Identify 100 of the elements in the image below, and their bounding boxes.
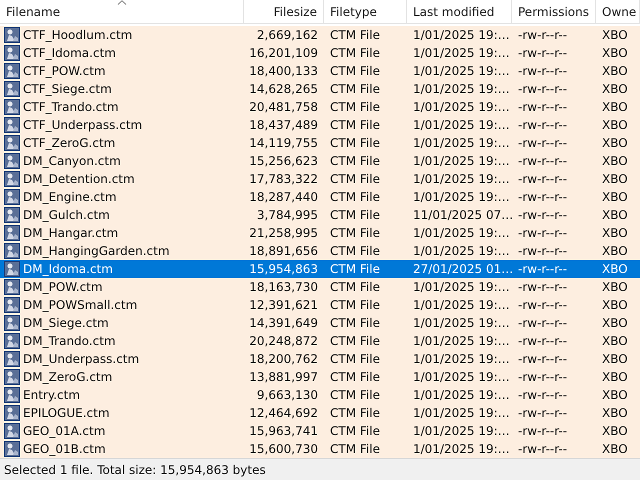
file-row[interactable]: CTF_Hoodlum.ctm 2,669,162 CTM File 1/01/2025 19:… -rw-r--r-- XBO <box>0 26 640 44</box>
permissions: -rw-r--r-- <box>518 82 568 96</box>
file-row[interactable]: DM_ZeroG.ctm 13,881,997 CTM File 1/01/2025 19:… -rw-r--r-- XBO <box>0 368 640 386</box>
file-row[interactable]: DM_POWSmall.ctm 12,391,621 CTM File 1/01/2025 19:… -rw-r--r-- XBO <box>0 296 640 314</box>
file-type: CTM File <box>330 406 380 420</box>
permissions: -rw-r--r-- <box>518 334 568 348</box>
owner: XBO <box>602 154 628 168</box>
file-row[interactable]: CTF_POW.ctm 18,400,133 CTM File 1/01/2025 19:… -rw-r--r-- XBO <box>0 62 640 80</box>
permissions: -rw-r--r-- <box>518 136 568 150</box>
file-icon <box>4 387 20 403</box>
permissions: -rw-r--r-- <box>518 244 568 258</box>
modified-date: 1/01/2025 19:… <box>413 334 510 348</box>
permissions: -rw-r--r-- <box>518 28 568 42</box>
file-row[interactable]: DM_Trando.ctm 20,248,872 CTM File 1/01/2025 19:… -rw-r--r-- XBO <box>0 332 640 350</box>
owner: XBO <box>602 262 628 276</box>
file-size: 20,248,872 <box>249 334 318 348</box>
file-icon <box>4 27 20 43</box>
permissions: -rw-r--r-- <box>518 46 568 60</box>
file-row[interactable]: CTF_ZeroG.ctm 14,119,755 CTM File 1/01/2025 19:… -rw-r--r-- XBO <box>0 134 640 152</box>
file-size: 18,400,133 <box>249 64 318 78</box>
file-name: CTF_POW.ctm <box>23 64 106 78</box>
file-row[interactable]: DM_Hangar.ctm 21,258,995 CTM File 1/01/2025 19:… -rw-r--r-- XBO <box>0 224 640 242</box>
file-icon <box>4 81 20 97</box>
file-icon <box>4 297 20 313</box>
file-row[interactable]: DM_Underpass.ctm 18,200,762 CTM File 1/01/2025 19:… -rw-r--r-- XBO <box>0 350 640 368</box>
modified-date: 1/01/2025 19:… <box>413 280 510 294</box>
column-header[interactable]: Filesize <box>244 0 324 23</box>
file-icon <box>4 99 20 115</box>
file-size: 2,669,162 <box>256 28 318 42</box>
column-header[interactable]: Filename <box>0 0 244 23</box>
file-size: 15,600,730 <box>249 442 318 456</box>
modified-date: 1/01/2025 19:… <box>413 406 510 420</box>
file-name: CTF_ZeroG.ctm <box>23 136 116 150</box>
file-name: CTF_Siege.ctm <box>23 82 112 96</box>
file-type: CTM File <box>330 424 380 438</box>
column-header[interactable]: Filetype <box>324 0 407 23</box>
file-size: 14,391,649 <box>249 316 318 330</box>
modified-date: 11/01/2025 07… <box>413 208 512 222</box>
file-size: 18,163,730 <box>249 280 318 294</box>
file-row[interactable]: GEO_01A.ctm 15,963,741 CTM File 1/01/2025 19:… -rw-r--r-- XBO <box>0 422 640 440</box>
column-header[interactable]: Last modified <box>407 0 512 23</box>
owner: XBO <box>602 226 628 240</box>
file-row[interactable]: CTF_Siege.ctm 14,628,265 CTM File 1/01/2025 19:… -rw-r--r-- XBO <box>0 80 640 98</box>
modified-date: 27/01/2025 01… <box>413 262 512 276</box>
file-name: DM_Idoma.ctm <box>23 262 113 276</box>
file-icon <box>4 243 20 259</box>
file-name: GEO_01B.ctm <box>23 442 106 456</box>
file-row[interactable]: CTF_Trando.ctm 20,481,758 CTM File 1/01/2025 19:… -rw-r--r-- XBO <box>0 98 640 116</box>
file-type: CTM File <box>330 172 380 186</box>
status-text: Selected 1 file. Total size: 15,954,863 bytes <box>3 462 266 476</box>
owner: XBO <box>602 298 628 312</box>
permissions: -rw-r--r-- <box>518 172 568 186</box>
file-name: DM_HangingGarden.ctm <box>23 244 170 258</box>
column-header[interactable]: Owne <box>596 0 640 23</box>
owner: XBO <box>602 370 628 384</box>
modified-date: 1/01/2025 19:… <box>413 316 510 330</box>
file-row[interactable]: DM_Idoma.ctm 15,954,863 CTM File 27/01/2025 01… -rw-r--r-- XBO <box>0 260 640 278</box>
owner: XBO <box>602 316 628 330</box>
file-size: 14,119,755 <box>249 136 318 150</box>
file-name: DM_Gulch.ctm <box>23 208 110 222</box>
file-type: CTM File <box>330 298 380 312</box>
file-row[interactable]: EPILOGUE.ctm 12,464,692 CTM File 1/01/2025 19:… -rw-r--r-- XBO <box>0 404 640 422</box>
file-icon <box>4 207 20 223</box>
modified-date: 1/01/2025 19:… <box>413 28 510 42</box>
file-row[interactable]: DM_Engine.ctm 18,287,440 CTM File 1/01/2025 19:… -rw-r--r-- XBO <box>0 188 640 206</box>
file-type: CTM File <box>330 190 380 204</box>
column-header[interactable]: Permissions <box>512 0 596 23</box>
file-row[interactable]: DM_Detention.ctm 17,783,322 CTM File 1/01/2025 19:… -rw-r--r-- XBO <box>0 170 640 188</box>
file-icon <box>4 369 20 385</box>
file-size: 15,963,741 <box>249 424 318 438</box>
owner: XBO <box>602 244 628 258</box>
modified-date: 1/01/2025 19:… <box>413 370 510 384</box>
file-type: CTM File <box>330 136 380 150</box>
file-icon <box>4 405 20 421</box>
modified-date: 1/01/2025 19:… <box>413 388 510 402</box>
file-type: CTM File <box>330 82 380 96</box>
file-row[interactable]: DM_POW.ctm 18,163,730 CTM File 1/01/2025 19:… -rw-r--r-- XBO <box>0 278 640 296</box>
file-row[interactable]: GEO_01B.ctm 15,600,730 CTM File 1/01/2025 19:… -rw-r--r-- XBO <box>0 440 640 458</box>
file-type: CTM File <box>330 334 380 348</box>
file-row[interactable]: CTF_Idoma.ctm 16,201,109 CTM File 1/01/2025 19:… -rw-r--r-- XBO <box>0 44 640 62</box>
permissions: -rw-r--r-- <box>518 442 568 456</box>
file-row[interactable]: DM_Canyon.ctm 15,256,623 CTM File 1/01/2025 19:… -rw-r--r-- XBO <box>0 152 640 170</box>
file-row[interactable]: CTF_Underpass.ctm 18,437,489 CTM File 1/01/2025 19:… -rw-r--r-- XBO <box>0 116 640 134</box>
owner: XBO <box>602 64 628 78</box>
owner: XBO <box>602 388 628 402</box>
file-row[interactable]: DM_HangingGarden.ctm 18,891,656 CTM File 1/01/2025 19:… -rw-r--r-- XBO <box>0 242 640 260</box>
file-row[interactable]: DM_Siege.ctm 14,391,649 CTM File 1/01/2025 19:… -rw-r--r-- XBO <box>0 314 640 332</box>
file-row[interactable]: DM_Gulch.ctm 3,784,995 CTM File 11/01/2025 07… -rw-r--r-- XBO <box>0 206 640 224</box>
file-type: CTM File <box>330 28 380 42</box>
owner: XBO <box>602 28 628 42</box>
modified-date: 1/01/2025 19:… <box>413 136 510 150</box>
file-icon <box>4 63 20 79</box>
modified-date: 1/01/2025 19:… <box>413 154 510 168</box>
file-size: 17,783,322 <box>249 172 318 186</box>
owner: XBO <box>602 100 628 114</box>
owner: XBO <box>602 352 628 366</box>
file-size: 14,628,265 <box>249 82 318 96</box>
file-name: DM_Detention.ctm <box>23 172 135 186</box>
file-type: CTM File <box>330 388 380 402</box>
file-row[interactable]: Entry.ctm 9,663,130 CTM File 1/01/2025 19:… -rw-r--r-- XBO <box>0 386 640 404</box>
